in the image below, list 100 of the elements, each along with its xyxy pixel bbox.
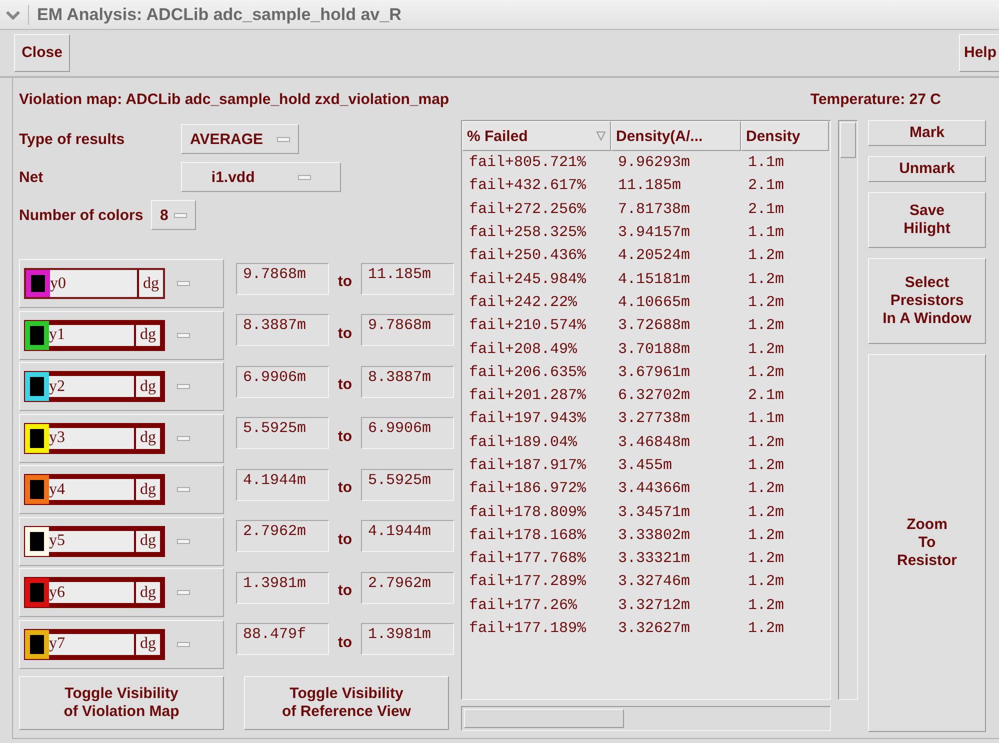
table-cell-text: fail+197.943% <box>468 410 588 428</box>
table-cell-text: 11.185m <box>617 177 682 194</box>
color-swatch[interactable] <box>25 372 49 402</box>
dropdown-indicator-icon[interactable] <box>177 384 190 390</box>
layer-field[interactable]: y2 dg <box>24 371 165 402</box>
layer-name: y3 <box>49 428 66 448</box>
layer-name: y6 <box>49 582 66 603</box>
table-cell-text: 1.2m <box>747 526 786 544</box>
range-to-field[interactable]: 8.3887m <box>361 366 454 398</box>
range-to-field[interactable]: 5.5925m <box>361 468 454 501</box>
layer-field[interactable]: y1 dg <box>24 320 165 351</box>
range-from-field[interactable]: 9.7868m <box>236 262 329 295</box>
action-button[interactable]: Mark <box>868 120 986 146</box>
action-button[interactable]: Unmark <box>868 156 986 182</box>
dropdown-indicator-icon[interactable] <box>177 436 190 441</box>
range-from-field[interactable]: 88.479f <box>236 623 329 656</box>
range-to-field[interactable]: 11.185m <box>361 262 454 295</box>
table-cell-text: fail+432.617% <box>468 177 588 194</box>
range-joiner: to <box>336 582 354 600</box>
layer-purpose: dg <box>134 376 160 398</box>
layer-purpose: dg <box>137 270 163 298</box>
horizontal-scrollbar[interactable] <box>461 706 831 731</box>
window-title: EM Analysis: ADCLib adc_sample_hold av_R <box>28 4 402 24</box>
toggle-visibility-button[interactable]: Toggle Visibility of Violation Map <box>19 676 224 730</box>
dropdown-indicator-icon[interactable] <box>177 487 190 492</box>
action-button[interactable]: Select Presistors In A Window <box>868 258 986 344</box>
table-cell-text: 1.1m <box>747 410 786 428</box>
close-button[interactable]: Close <box>14 34 70 72</box>
table-cell-text: 1.2m <box>747 247 786 264</box>
layer-field[interactable]: y5 dg <box>24 526 165 557</box>
table-cell-text: 4.10665m <box>617 294 692 311</box>
layer-field[interactable]: y6 dg <box>24 577 165 608</box>
table-cell-text: 3.67961m <box>617 364 692 381</box>
table-cell-text: fail+186.972% <box>468 480 588 498</box>
layer-field[interactable]: y4 dg <box>24 474 165 506</box>
range-from-field[interactable]: 1.3981m <box>236 572 329 604</box>
range-to-field[interactable]: 6.9906m <box>361 417 454 450</box>
layer-purpose: dg <box>134 479 160 500</box>
layer-purpose: dg <box>134 530 160 552</box>
range-from-field[interactable]: 6.9906m <box>236 366 329 398</box>
range-to-field[interactable]: 9.7868m <box>361 314 454 346</box>
range-joiner: to <box>336 634 354 651</box>
action-button[interactable]: Save Hilight <box>868 192 986 248</box>
layer-purpose: dg <box>134 428 160 449</box>
color-swatch[interactable] <box>25 630 49 659</box>
color-swatch[interactable] <box>25 320 49 350</box>
range-joiner: to <box>336 479 354 496</box>
dropdown-indicator-icon[interactable] <box>177 590 190 596</box>
color-swatch[interactable] <box>26 270 50 298</box>
dropdown-indicator-icon <box>277 136 290 142</box>
table-cell-text: 3.44366m <box>617 480 692 498</box>
column-header[interactable]: % Failed <box>462 121 611 151</box>
vertical-scrollbar[interactable] <box>838 120 858 700</box>
toggle-visibility-button[interactable]: Toggle Visibility of Reference View <box>244 676 449 730</box>
table-cell-text: 3.34571m <box>617 504 692 521</box>
table-cell-text: 1.2m <box>747 457 786 474</box>
table-cell-text: 4.15181m <box>617 270 692 288</box>
dropdown-indicator-icon[interactable] <box>177 642 190 647</box>
column-header[interactable]: Density <box>741 121 829 151</box>
dropdown-indicator-icon[interactable] <box>177 281 190 286</box>
range-to-field[interactable]: 4.1944m <box>361 520 454 552</box>
layer-field[interactable]: y0 dg <box>24 268 165 300</box>
dropdown-indicator-icon[interactable] <box>177 332 190 338</box>
layer-purpose: dg <box>134 634 160 655</box>
table-cell-text: 1.2m <box>747 573 786 590</box>
range-from-field[interactable]: 5.5925m <box>236 417 329 450</box>
table-cell-text: 1.2m <box>747 550 786 568</box>
table-cell-text: 1.1m <box>747 154 786 172</box>
dropdown-indicator-icon[interactable] <box>177 538 190 544</box>
table-cell-text: 3.33321m <box>617 550 692 568</box>
color-swatch[interactable] <box>25 475 49 504</box>
layer-name: y7 <box>49 634 66 654</box>
table-cell-text: fail+177.189% <box>468 620 588 638</box>
dropdown-indicator-icon <box>298 174 311 180</box>
table-cell-text: fail+177.26% <box>468 596 578 614</box>
range-from-field[interactable]: 2.7962m <box>236 520 329 552</box>
table-cell-text: 1.2m <box>747 620 786 638</box>
temperature-label: Temperature: 27 C <box>810 90 941 108</box>
dropdown-menu[interactable]: i1.vdd <box>181 162 341 192</box>
action-button[interactable]: Zoom To Resistor <box>868 354 986 732</box>
range-to-field[interactable]: 1.3981m <box>361 623 454 656</box>
column-header[interactable]: Density(A/... <box>611 121 741 151</box>
dropdown-menu[interactable]: 8 <box>151 200 196 230</box>
dropdown-menu[interactable]: AVERAGE <box>181 124 299 154</box>
table-cell-text: 1.2m <box>747 270 786 288</box>
table-cell-text: fail+210.574% <box>468 317 588 334</box>
layer-field[interactable]: y7 dg <box>24 628 165 660</box>
range-from-field[interactable]: 4.1944m <box>236 468 329 501</box>
table-cell-text: 1.1m <box>747 224 786 242</box>
table-cell-text: 1.2m <box>747 434 786 451</box>
color-swatch[interactable] <box>25 578 49 608</box>
sort-triangle-icon <box>596 131 606 141</box>
help-button[interactable]: Help <box>959 34 999 72</box>
layer-field[interactable]: y3 dg <box>24 422 165 454</box>
table-cell-text: 3.32627m <box>617 620 692 638</box>
chevron-down-icon[interactable] <box>6 10 20 20</box>
range-from-field[interactable]: 8.3887m <box>236 314 329 346</box>
range-to-field[interactable]: 2.7962m <box>361 572 454 604</box>
table-cell-text: 3.70188m <box>617 340 692 358</box>
table-cell-text: 1.2m <box>747 504 786 521</box>
